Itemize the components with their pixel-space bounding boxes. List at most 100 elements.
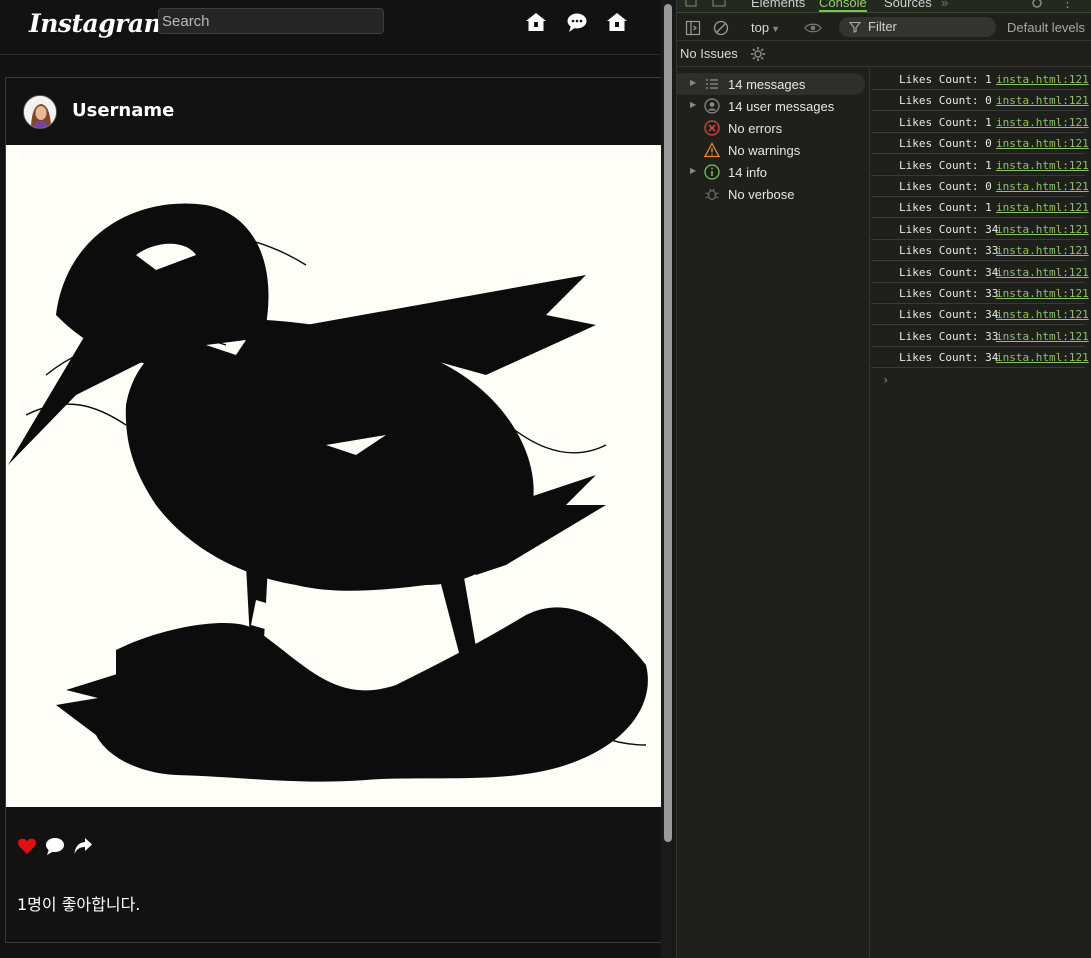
sidebar-item-label: No errors: [728, 121, 783, 136]
clear-console-icon[interactable]: [713, 20, 729, 36]
share-icon[interactable]: [73, 836, 93, 856]
warning-icon: [704, 142, 720, 158]
gear-icon[interactable]: [750, 46, 766, 62]
tab-elements[interactable]: Elements: [751, 0, 805, 10]
filter-icon: [849, 21, 861, 33]
settings-icon[interactable]: [1029, 0, 1045, 11]
sidebar-item-messages[interactable]: ▶ 14 messages: [677, 73, 865, 95]
log-source-link[interactable]: insta.html:121: [996, 223, 1089, 236]
chevron-down-icon: ▼: [771, 24, 780, 34]
expand-arrow-icon: ▶: [690, 100, 697, 109]
log-source-link[interactable]: insta.html:121: [996, 180, 1089, 193]
devtools-tabbar: Elements Console Sources » ⋮: [677, 0, 1091, 13]
eye-icon[interactable]: [804, 20, 822, 36]
heart-icon[interactable]: [17, 836, 37, 856]
device-toolbar-icon[interactable]: [711, 0, 727, 11]
context-label: top: [751, 20, 770, 35]
log-text: Likes Count: 34: [899, 223, 999, 236]
sidebar-item-label: 14 info: [728, 165, 768, 180]
comment-icon[interactable]: [45, 836, 65, 856]
console-message: Likes Count: 1 insta.html:121: [871, 155, 1089, 176]
context-selector[interactable]: top ▼: [751, 20, 780, 35]
console-toolbar: top ▼ Filter Default levels: [677, 14, 1091, 41]
console-prompt[interactable]: ›: [882, 373, 889, 387]
post-image: [6, 145, 661, 807]
log-text: Likes Count: 0: [899, 94, 992, 107]
log-source-link[interactable]: insta.html:121: [996, 266, 1089, 279]
log-text: Likes Count: 1: [899, 116, 992, 129]
sidebar-item-verbose[interactable]: No verbose: [677, 183, 865, 205]
filter-placeholder: Filter: [868, 19, 897, 34]
devtools-panel: Elements Console Sources » ⋮ top ▼ Filter: [676, 0, 1091, 958]
user-icon: [704, 98, 720, 114]
log-source-link[interactable]: insta.html:121: [996, 351, 1089, 364]
sidebar-item-warnings[interactable]: No warnings: [677, 139, 865, 161]
likes-count-text: 1명이 좋아합니다.: [17, 895, 141, 914]
console-message: Likes Count: 1 insta.html:121: [871, 69, 1089, 90]
log-text: Likes Count: 1: [899, 73, 992, 86]
log-source-link[interactable]: insta.html:121: [996, 330, 1089, 343]
sidebar-toggle-icon[interactable]: [685, 20, 701, 36]
sidebar-item-user-messages[interactable]: ▶ 14 user messages: [677, 95, 865, 117]
more-options-icon[interactable]: ⋮: [1061, 0, 1074, 11]
console-message: Likes Count: 0 insta.html:121: [871, 90, 1089, 111]
info-icon: [704, 164, 720, 180]
page-scrollbar[interactable]: [661, 0, 676, 958]
home-icon[interactable]: [525, 11, 547, 33]
log-source-link[interactable]: insta.html:121: [996, 137, 1089, 150]
console-message: Likes Count: 34 insta.html:121: [871, 347, 1089, 368]
log-text: Likes Count: 34: [899, 266, 999, 279]
sidebar-item-label: 14 messages: [728, 77, 806, 92]
log-text: Likes Count: 0: [899, 137, 992, 150]
home-icon[interactable]: [606, 11, 628, 33]
log-source-link[interactable]: insta.html:121: [996, 94, 1089, 107]
log-source-link[interactable]: insta.html:121: [996, 116, 1089, 129]
log-text: Likes Count: 33: [899, 287, 999, 300]
crow-illustration: [6, 145, 661, 807]
more-tabs-icon[interactable]: »: [941, 0, 948, 10]
sidebar-item-info[interactable]: ▶ 14 info: [677, 161, 865, 183]
console-sidebar: ▶ 14 messages ▶ 14 user messages No erro…: [677, 68, 870, 958]
post-username[interactable]: Username: [72, 100, 174, 121]
sidebar-item-label: No warnings: [728, 143, 801, 158]
log-text: Likes Count: 33: [899, 330, 999, 343]
console-log-area: Likes Count: 1 insta.html:121 Likes Count…: [871, 68, 1091, 958]
sidebar-item-label: No verbose: [728, 187, 795, 202]
log-source-link[interactable]: insta.html:121: [996, 73, 1089, 86]
log-source-link[interactable]: insta.html:121: [996, 159, 1089, 172]
console-message: Likes Count: 0 insta.html:121: [871, 176, 1089, 197]
log-text: Likes Count: 1: [899, 159, 992, 172]
sidebar-item-label: 14 user messages: [728, 99, 835, 114]
log-text: Likes Count: 34: [899, 351, 999, 364]
instagram-logo[interactable]: Instagram: [29, 9, 170, 38]
scrollbar-thumb[interactable]: [664, 4, 672, 842]
bug-icon: [705, 188, 719, 201]
log-source-link[interactable]: insta.html:121: [996, 201, 1089, 214]
console-message: Likes Count: 1 insta.html:121: [871, 197, 1089, 218]
tab-sources[interactable]: Sources: [884, 0, 932, 10]
console-message: Likes Count: 34 insta.html:121: [871, 219, 1089, 240]
console-message: Likes Count: 33 insta.html:121: [871, 240, 1089, 261]
top-navigation-bar: Instagram: [0, 0, 660, 55]
message-icon[interactable]: [566, 11, 588, 33]
search-input[interactable]: [158, 8, 384, 34]
console-message: Likes Count: 34 insta.html:121: [871, 304, 1089, 325]
filter-input[interactable]: Filter: [839, 17, 996, 37]
issues-bar: No Issues: [677, 42, 1091, 67]
post-card: Username 1명이 좋아합니다.: [5, 77, 661, 943]
console-message: Likes Count: 1 insta.html:121: [871, 112, 1089, 133]
sidebar-item-errors[interactable]: No errors: [677, 117, 865, 139]
log-source-link[interactable]: insta.html:121: [996, 308, 1089, 321]
error-icon: [704, 120, 720, 136]
console-message: Likes Count: 0 insta.html:121: [871, 133, 1089, 154]
log-source-link[interactable]: insta.html:121: [996, 244, 1089, 257]
expand-arrow-icon: ▶: [690, 78, 697, 87]
log-text: Likes Count: 34: [899, 308, 999, 321]
tab-console[interactable]: Console: [819, 0, 867, 12]
log-source-link[interactable]: insta.html:121: [996, 287, 1089, 300]
inspect-icon[interactable]: [685, 0, 701, 11]
list-icon: [706, 79, 718, 89]
avatar[interactable]: [23, 95, 57, 129]
log-levels-dropdown[interactable]: Default levels: [1007, 20, 1085, 35]
issues-status[interactable]: No Issues: [680, 46, 738, 61]
